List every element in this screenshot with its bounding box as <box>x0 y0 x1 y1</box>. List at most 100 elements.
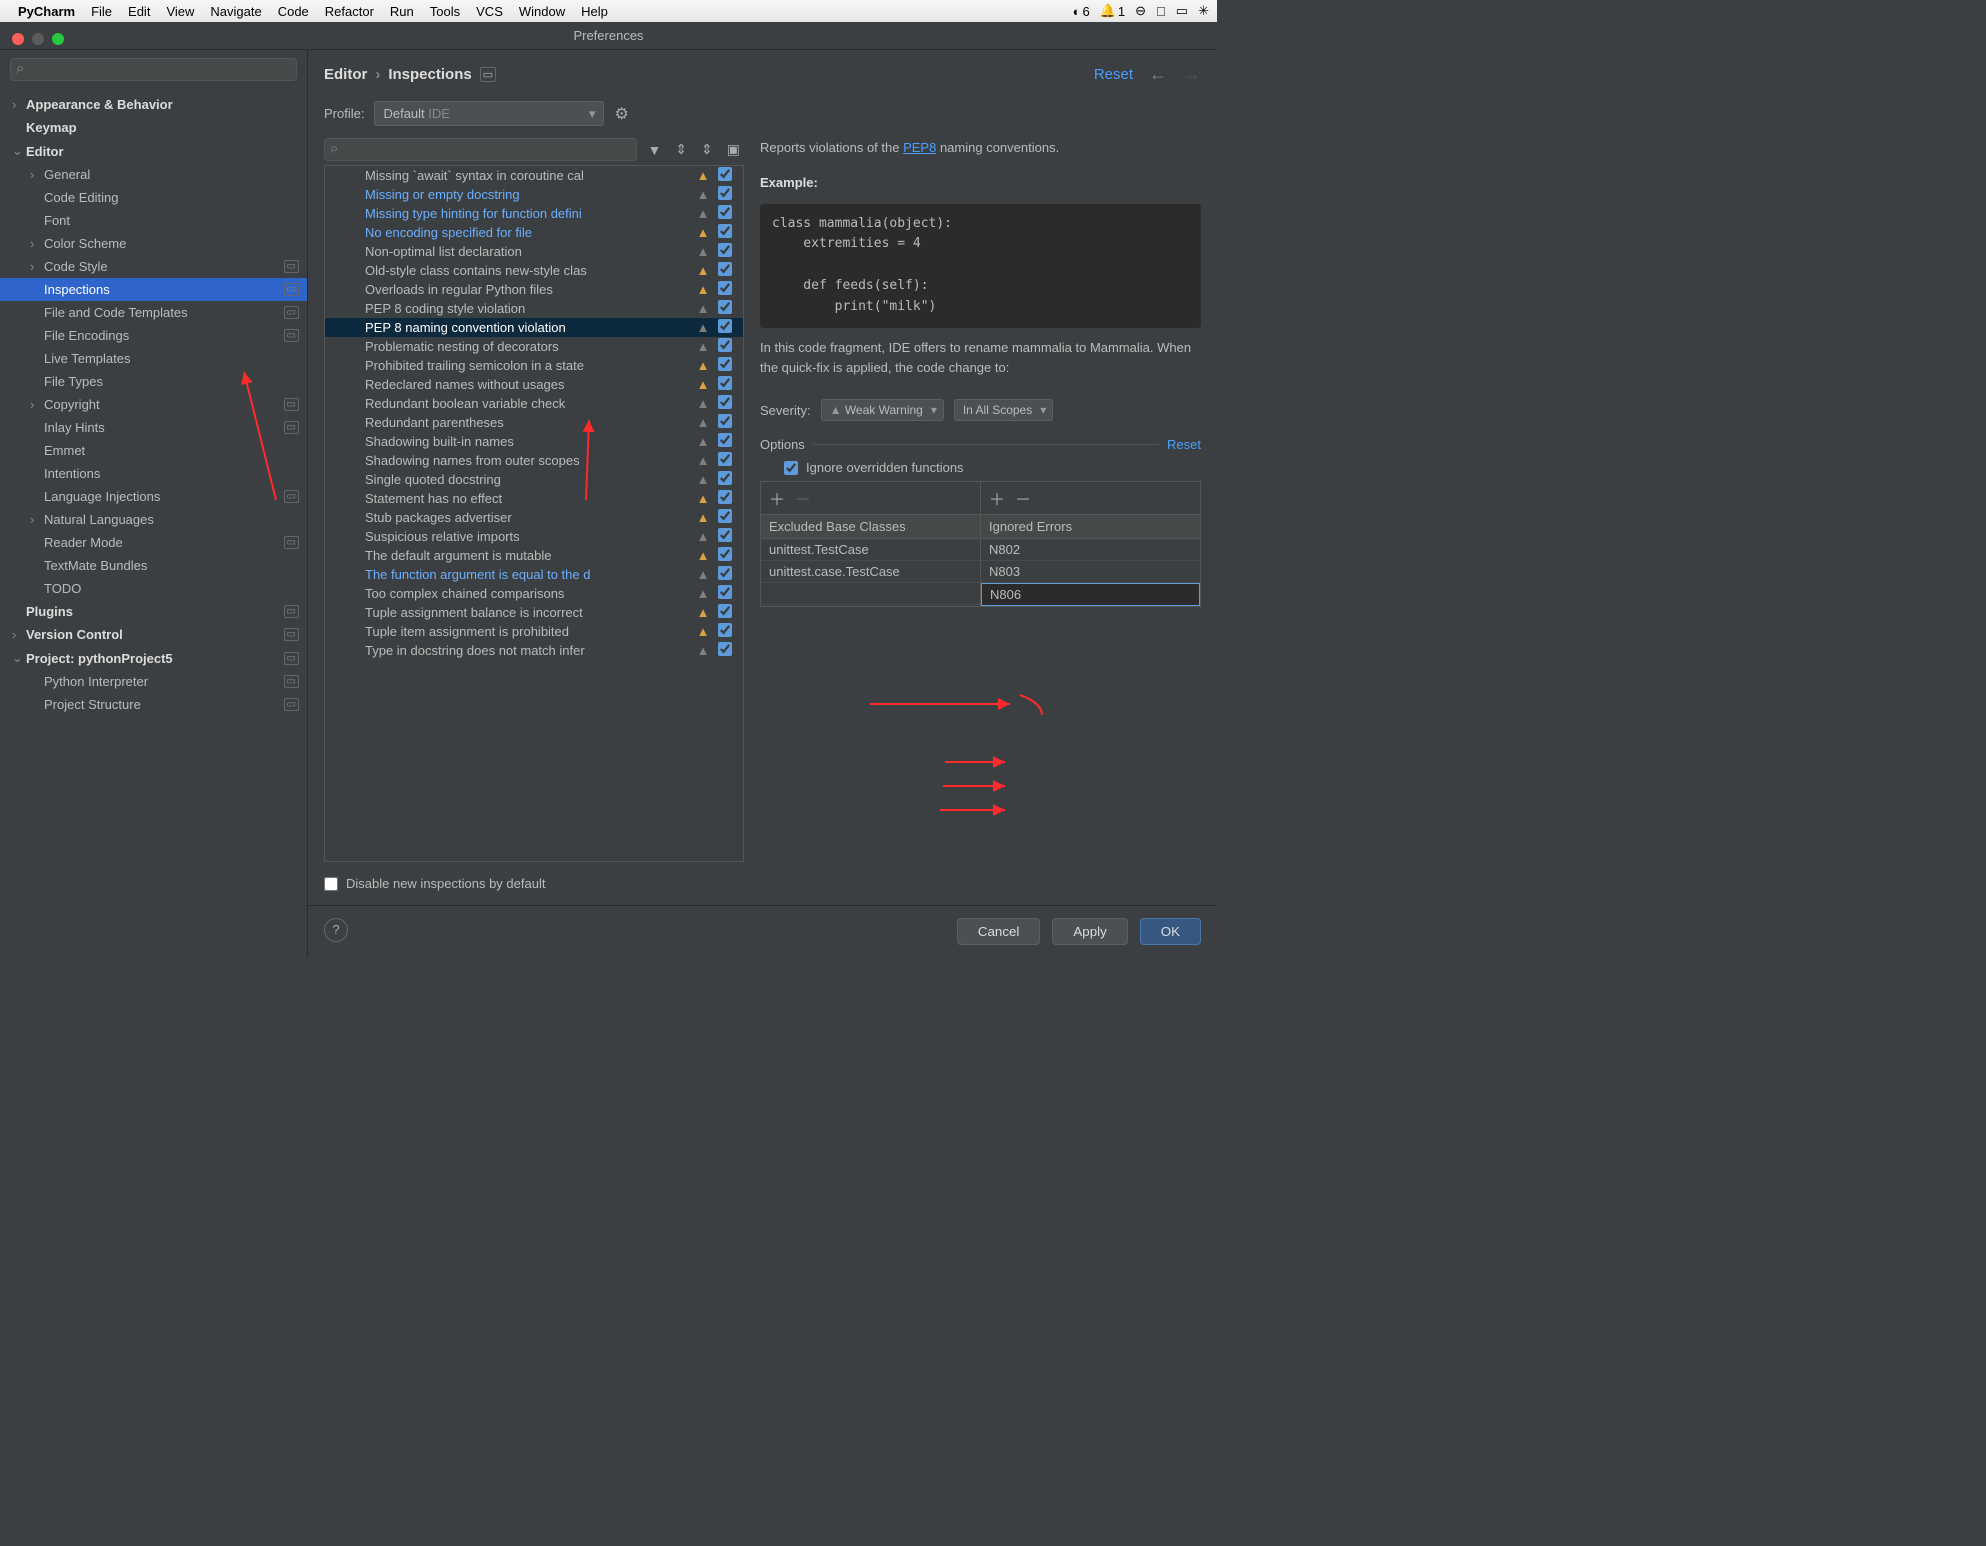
inspection-checkbox[interactable] <box>718 490 732 504</box>
sidebar-item-code-style[interactable]: ›Code Style▭ <box>0 255 307 278</box>
expand-all-icon[interactable]: ⇕ <box>671 139 691 160</box>
inspection-checkbox[interactable] <box>718 319 732 333</box>
inspection-search-input[interactable] <box>324 138 637 161</box>
inspection-checkbox[interactable] <box>718 281 732 295</box>
inspection-item[interactable]: Overloads in regular Python files▲ <box>325 280 743 299</box>
menu-edit[interactable]: Edit <box>128 4 150 19</box>
sidebar-item-keymap[interactable]: Keymap <box>0 116 307 139</box>
ok-button[interactable]: OK <box>1140 918 1201 945</box>
sidebar-item-live-templates[interactable]: Live Templates <box>0 347 307 370</box>
inspection-checkbox[interactable] <box>718 604 732 618</box>
inspection-item[interactable]: Stub packages advertiser▲ <box>325 508 743 527</box>
ignored-row[interactable]: N802 <box>981 539 1200 561</box>
group-icon[interactable]: ▣ <box>723 139 744 160</box>
inspection-item[interactable]: PEP 8 naming convention violation▲ <box>325 318 743 337</box>
sidebar-item-todo[interactable]: TODO <box>0 577 307 600</box>
sidebar-item-copyright[interactable]: ›Copyright▭ <box>0 393 307 416</box>
menu-refactor[interactable]: Refactor <box>325 4 374 19</box>
ignored-remove-button[interactable]: － <box>1015 486 1031 510</box>
inspection-item[interactable]: Prohibited trailing semicolon in a state… <box>325 356 743 375</box>
inspection-item[interactable]: Redundant boolean variable check▲ <box>325 394 743 413</box>
inspection-checkbox[interactable] <box>718 642 732 656</box>
sidebar-item-file-types[interactable]: File Types <box>0 370 307 393</box>
inspection-list[interactable]: Missing `await` syntax in coroutine cal▲… <box>324 165 744 862</box>
sidebar-item-code-editing[interactable]: Code Editing <box>0 186 307 209</box>
excluded-row[interactable]: unittest.case.TestCase <box>761 561 980 583</box>
sidebar-item-python-interpreter[interactable]: Python Interpreter▭ <box>0 670 307 693</box>
reset-link[interactable]: Reset <box>1094 66 1133 83</box>
inspection-checkbox[interactable] <box>718 414 732 428</box>
inspection-checkbox[interactable] <box>718 433 732 447</box>
crumb-editor[interactable]: Editor <box>324 66 367 83</box>
filter-icon[interactable]: ▼ <box>643 140 665 160</box>
maximize-button[interactable] <box>52 33 64 45</box>
menu-app[interactable]: PyCharm <box>18 4 75 19</box>
inspection-checkbox[interactable] <box>718 452 732 466</box>
menu-tools[interactable]: Tools <box>430 4 460 19</box>
inspection-checkbox[interactable] <box>718 585 732 599</box>
inspection-item[interactable]: Old-style class contains new-style clas▲ <box>325 261 743 280</box>
inspection-item[interactable]: No encoding specified for file▲ <box>325 223 743 242</box>
inspection-checkbox[interactable] <box>718 224 732 238</box>
ignored-row-editing[interactable]: N806 <box>981 583 1200 606</box>
sidebar-item-file-encodings[interactable]: File Encodings▭ <box>0 324 307 347</box>
sidebar-item-textmate-bundles[interactable]: TextMate Bundles <box>0 554 307 577</box>
inspection-checkbox[interactable] <box>718 509 732 523</box>
ignored-row[interactable]: N803 <box>981 561 1200 583</box>
profile-select[interactable]: Default IDE <box>374 101 604 126</box>
traffic-lights[interactable] <box>12 33 64 45</box>
disable-new-row[interactable]: Disable new inspections by default <box>308 862 1217 905</box>
inspection-checkbox[interactable] <box>718 338 732 352</box>
status-globe-icon[interactable]: ◐6 <box>1073 4 1090 19</box>
cancel-button[interactable]: Cancel <box>957 918 1041 945</box>
inspection-item[interactable]: The function argument is equal to the d▲ <box>325 565 743 584</box>
menu-help[interactable]: Help <box>581 4 608 19</box>
inspection-item[interactable]: Statement has no effect▲ <box>325 489 743 508</box>
inspection-item[interactable]: Missing type hinting for function defini… <box>325 204 743 223</box>
status-dnd-icon[interactable]: ⊖ <box>1135 3 1146 19</box>
inspection-item[interactable]: Redeclared names without usages▲ <box>325 375 743 394</box>
sidebar-item-general[interactable]: ›General <box>0 163 307 186</box>
sidebar-item-plugins[interactable]: Plugins▭ <box>0 600 307 623</box>
inspection-checkbox[interactable] <box>718 623 732 637</box>
excluded-row[interactable] <box>761 583 980 605</box>
inspection-item[interactable]: Suspicious relative imports▲ <box>325 527 743 546</box>
inspection-item[interactable]: Redundant parentheses▲ <box>325 413 743 432</box>
apply-button[interactable]: Apply <box>1052 918 1127 945</box>
inspection-item[interactable]: Missing `await` syntax in coroutine cal▲ <box>325 166 743 185</box>
inspection-item[interactable]: The default argument is mutable▲ <box>325 546 743 565</box>
inspection-checkbox[interactable] <box>718 566 732 580</box>
sidebar-item-editor[interactable]: ⌄Editor <box>0 139 307 163</box>
inspection-checkbox[interactable] <box>718 471 732 485</box>
excluded-add-button[interactable]: ＋ <box>769 486 785 510</box>
sidebar-item-font[interactable]: Font <box>0 209 307 232</box>
inspection-item[interactable]: Problematic nesting of decorators▲ <box>325 337 743 356</box>
sidebar-item-version-control[interactable]: ›Version Control▭ <box>0 623 307 646</box>
options-reset[interactable]: Reset <box>1167 437 1201 452</box>
sidebar-item-inspections[interactable]: Inspections▭ <box>0 278 307 301</box>
back-button[interactable]: ← <box>1149 64 1167 85</box>
inspection-checkbox[interactable] <box>718 357 732 371</box>
sidebar-item-reader-mode[interactable]: Reader Mode▭ <box>0 531 307 554</box>
menu-window[interactable]: Window <box>519 4 565 19</box>
inspection-item[interactable]: PEP 8 coding style violation▲ <box>325 299 743 318</box>
inspection-checkbox[interactable] <box>718 395 732 409</box>
inspection-item[interactable]: Tuple assignment balance is incorrect▲ <box>325 603 743 622</box>
close-button[interactable] <box>12 33 24 45</box>
sidebar-search[interactable] <box>10 58 297 81</box>
ignore-overridden-row[interactable]: Ignore overridden functions <box>760 452 1201 481</box>
profile-gear-icon[interactable]: ⚙ <box>614 104 628 124</box>
inspection-item[interactable]: Too complex chained comparisons▲ <box>325 584 743 603</box>
inspection-checkbox[interactable] <box>718 376 732 390</box>
inspection-item[interactable]: Type in docstring does not match infer▲ <box>325 641 743 660</box>
search-input[interactable] <box>10 58 297 81</box>
inspection-checkbox[interactable] <box>718 528 732 542</box>
status-wifi-icon[interactable]: 􀙇 <box>1156 4 1166 19</box>
inspection-item[interactable]: Single quoted docstring▲ <box>325 470 743 489</box>
sidebar-item-project-structure[interactable]: Project Structure▭ <box>0 693 307 716</box>
sidebar-item-color-scheme[interactable]: ›Color Scheme <box>0 232 307 255</box>
menu-file[interactable]: File <box>91 4 112 19</box>
inspection-item[interactable]: Shadowing names from outer scopes▲ <box>325 451 743 470</box>
menu-code[interactable]: Code <box>278 4 309 19</box>
inspection-checkbox[interactable] <box>718 262 732 276</box>
